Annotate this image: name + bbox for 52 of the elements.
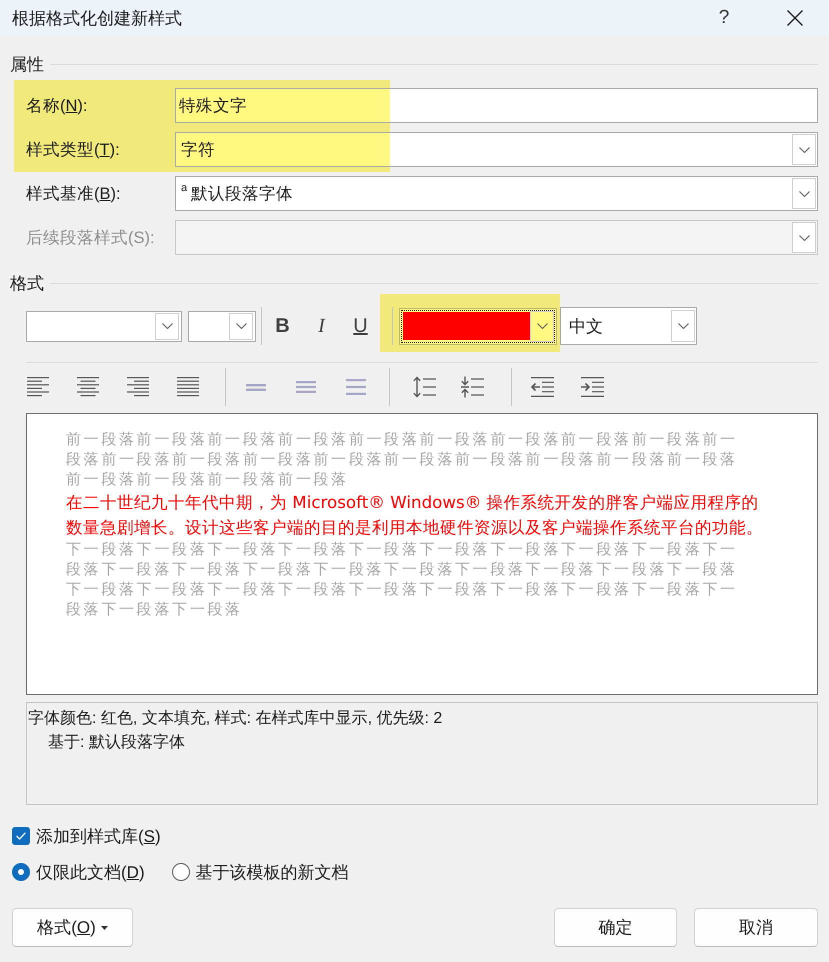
description-text: 基于: 默认段落字体 <box>48 732 185 753</box>
checkmark-icon <box>16 832 26 840</box>
font-color-dropdown[interactable] <box>399 308 557 344</box>
dropdown-button[interactable] <box>229 312 253 340</box>
section-heading: 格式 <box>10 272 44 294</box>
chevron-down-icon <box>162 323 172 329</box>
dropdown-field[interactable]: a 默认段落字体 <box>175 176 818 211</box>
chevron-down-icon <box>798 190 810 196</box>
chevron-down-icon <box>536 323 548 329</box>
window-title: 根据格式化创建新样式 <box>12 8 182 30</box>
close-icon <box>787 10 803 26</box>
preview-paragraph: 前一段落前一段落前一段落前一段落前一段落前一段落前一段落前一段落前一段落前一段落前一段落前一段落前一段落前一段落前一段落前一段落前一段落前一段落前一段落前一段落前一段落前一段落前一段落 <box>66 430 739 490</box>
ok-button[interactable]: 确定 <box>554 908 677 947</box>
underline-button[interactable]: U <box>341 307 380 345</box>
text-field[interactable]: 特殊文字 <box>175 88 818 123</box>
chevron-down-icon <box>678 323 688 329</box>
caret-icon <box>100 926 108 930</box>
preview-paragraph: 下一段落下一段落下一段落下一段落下一段落下一段落下一段落下一段落下一段落下一段落下一段落下一段落下一段落下一段落下一段落下一段落下一段落下一段落下一段落下一段落下一段落下一段落下一段落下一段落下一段落下一段落下一段落下一段落下一段落下一段落下一段落 <box>66 540 739 620</box>
justify-icon[interactable] <box>177 377 199 397</box>
checkbox[interactable] <box>12 827 30 845</box>
italic-button[interactable]: I <box>302 307 341 345</box>
chevron-down-icon <box>236 323 246 329</box>
radio-button[interactable] <box>172 863 190 881</box>
radio-label[interactable]: 仅限此文档(D) <box>36 860 145 884</box>
checkbox-label[interactable]: 添加到样式库(S) <box>36 824 161 848</box>
bold-button[interactable]: B <box>263 307 302 345</box>
increase-paragraph-spacing-icon[interactable] <box>412 376 436 398</box>
description-text: 字体颜色: 红色, 文本填充, 样式: 在样式库中显示, 优先级: 2 <box>28 708 442 729</box>
field-label: 后续段落样式(S): <box>26 228 156 248</box>
decrease-paragraph-spacing-icon[interactable] <box>460 376 484 398</box>
dropdown-field[interactable]: 字符 <box>175 132 818 167</box>
cancel-button[interactable]: 取消 <box>694 908 818 947</box>
format-button[interactable]: 格式(O) <box>12 908 133 947</box>
field-label: 名称(N): <box>26 96 89 116</box>
align-center-icon[interactable] <box>77 377 99 397</box>
sample-text: 在二十世纪九十年代中期，为 Microsoft® Windows® 操作系统开发的胖客户端应用程序的数量急剧增长。设计这些客户端的目的是利用本地硬件资源以及客户端操作系统平台的功能。 <box>66 491 764 539</box>
radio-button[interactable] <box>12 863 30 881</box>
field-label: 样式基准(B): <box>26 184 122 204</box>
decrease-indent-icon[interactable] <box>530 377 554 397</box>
align-left-icon[interactable] <box>27 377 49 397</box>
dropdown-button[interactable] <box>530 310 554 342</box>
chevron-down-icon <box>798 234 810 240</box>
radio-label[interactable]: 基于该模板的新文档 <box>196 860 349 884</box>
character-style-glyph: a <box>181 182 188 194</box>
language-dropdown[interactable]: 中文 <box>560 307 697 345</box>
increase-indent-icon[interactable] <box>580 377 604 397</box>
align-right-icon[interactable] <box>127 377 149 397</box>
field-label: 样式类型(T): <box>26 140 121 160</box>
section-heading: 属性 <box>10 54 44 76</box>
dropdown-button[interactable] <box>155 312 179 340</box>
help-button[interactable]: ? <box>701 0 747 36</box>
chevron-down-icon <box>798 146 810 152</box>
